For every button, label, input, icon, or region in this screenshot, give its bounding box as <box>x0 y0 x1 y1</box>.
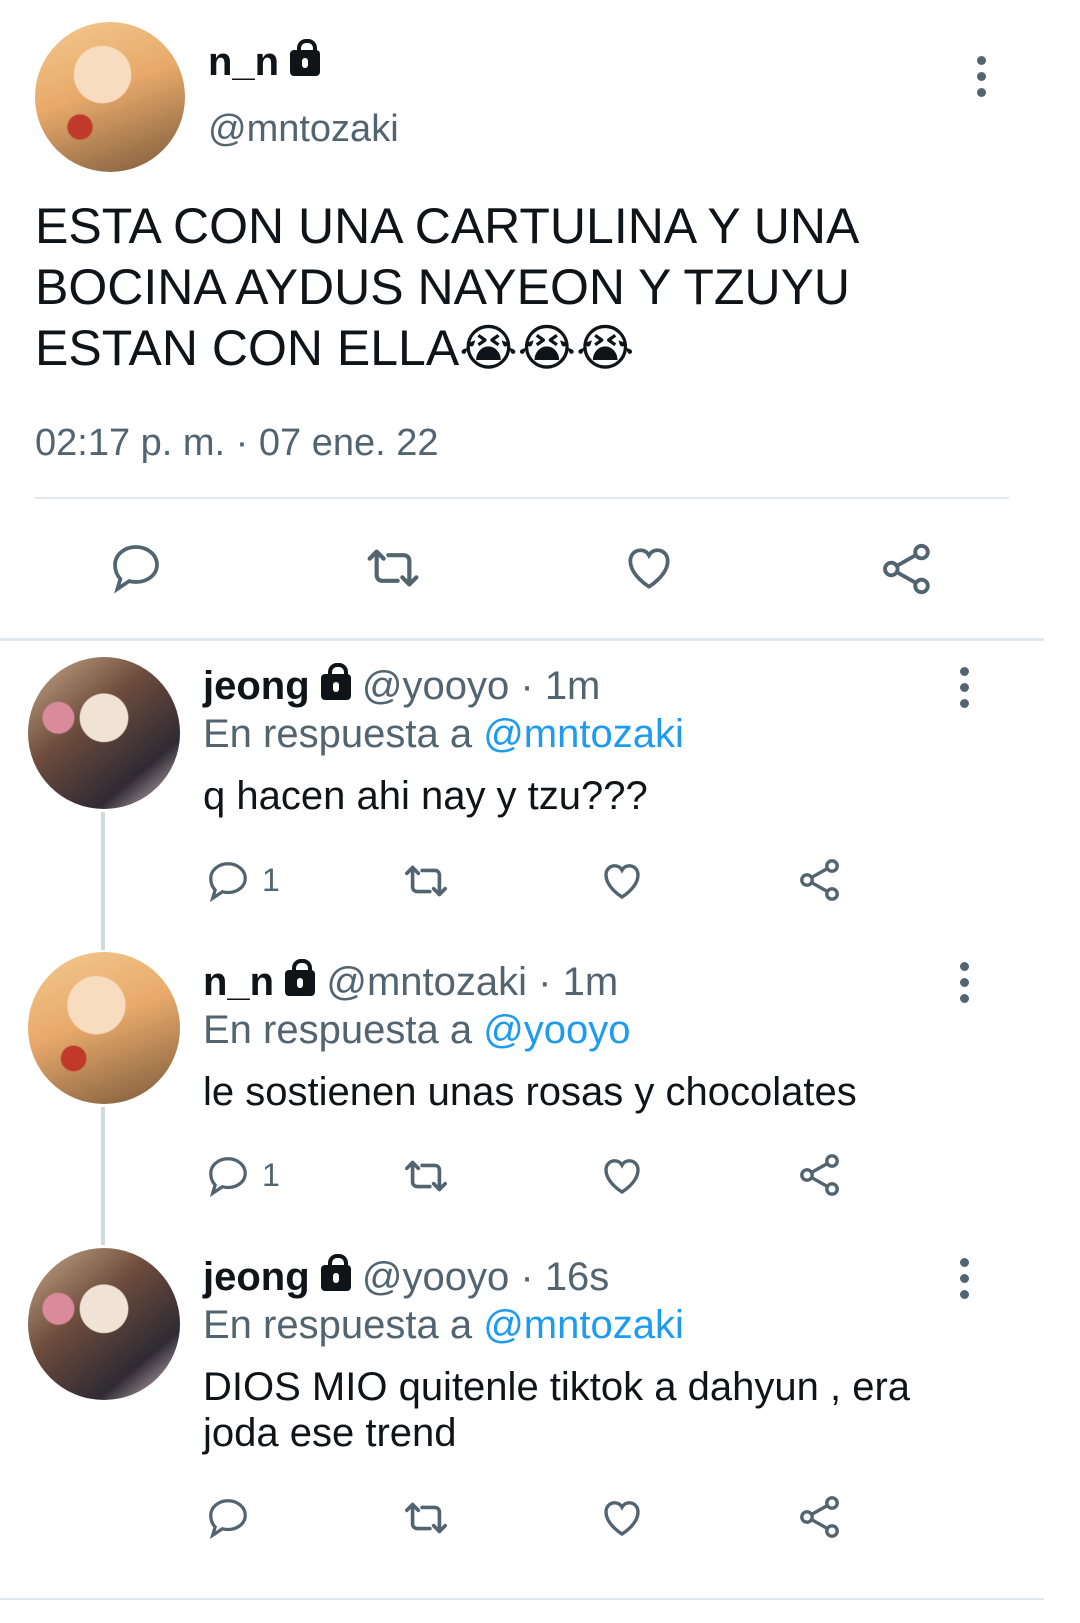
share-icon[interactable] <box>796 856 844 904</box>
reply-header[interactable]: n_n @mntozaki · 1m <box>203 959 619 1005</box>
retweet-icon[interactable] <box>398 1495 454 1541</box>
retweet-icon[interactable] <box>360 540 426 596</box>
like-icon[interactable] <box>598 1152 646 1200</box>
more-options-icon[interactable] <box>960 1258 969 1306</box>
reply-context: En respuesta a @mntozaki <box>203 1303 684 1348</box>
avatar[interactable] <box>28 657 180 809</box>
author-handle-time: @yooyo · 16s <box>361 1255 610 1299</box>
tweet-timestamp[interactable]: 02:17 p. m. · 07 ene. 22 <box>35 422 439 465</box>
avatar[interactable] <box>28 1248 180 1400</box>
share-icon[interactable] <box>796 1151 844 1199</box>
share-icon[interactable] <box>878 540 936 598</box>
thread-line <box>101 812 105 950</box>
reply-to-link[interactable]: @mntozaki <box>483 712 684 756</box>
lock-icon <box>290 39 321 76</box>
reply-count: 1 <box>262 862 280 898</box>
like-icon[interactable] <box>598 857 646 905</box>
divider <box>35 497 1009 499</box>
lock-icon <box>320 663 351 700</box>
reply-icon[interactable] <box>204 1495 252 1541</box>
author-handle-time: @mntozaki · 1m <box>326 960 619 1004</box>
reply-icon[interactable] <box>108 540 164 596</box>
author-name: jeong <box>203 1255 310 1299</box>
reply-header[interactable]: jeong @yooyo · 16s <box>203 1254 610 1300</box>
reply-count: 1 <box>262 1157 280 1193</box>
like-icon[interactable] <box>598 1494 646 1542</box>
reply-prefix: En respuesta a <box>203 1008 473 1052</box>
retweet-icon[interactable] <box>398 1153 454 1199</box>
author-name: n_n <box>208 40 280 84</box>
reply-text: DIOS MIO quitenle tiktok a dahyun , era … <box>203 1365 911 1455</box>
share-icon[interactable] <box>796 1493 844 1541</box>
author-name: n_n <box>203 960 275 1004</box>
like-icon[interactable] <box>620 540 678 596</box>
bottom-divider <box>0 1598 1044 1600</box>
reply-context: En respuesta a @yooyo <box>203 1008 631 1053</box>
reply-to-link[interactable]: @mntozaki <box>483 1303 684 1347</box>
reply-text: le sostienen unas rosas y chocolates <box>203 1070 857 1114</box>
tweet-text: ESTA CON UNA CARTULINA Y UNA BOCINA AYDU… <box>35 198 857 376</box>
reply-icon[interactable] <box>204 858 252 904</box>
reply-header[interactable]: jeong @yooyo · 1m <box>203 663 601 709</box>
author-name: jeong <box>203 664 310 708</box>
lock-icon <box>320 1254 351 1291</box>
lock-icon <box>285 959 316 996</box>
more-options-icon[interactable] <box>960 962 969 1010</box>
main-author-row[interactable]: n_n <box>208 39 321 85</box>
section-divider <box>0 638 1044 641</box>
reply-to-link[interactable]: @yooyo <box>483 1008 630 1052</box>
reply-prefix: En respuesta a <box>203 1303 473 1347</box>
author-handle-time: @yooyo · 1m <box>361 664 601 708</box>
more-options-icon[interactable] <box>960 667 969 715</box>
reply-icon[interactable] <box>204 1153 252 1199</box>
avatar[interactable] <box>28 952 180 1104</box>
thread-line <box>101 1107 105 1245</box>
reply-prefix: En respuesta a <box>203 712 473 756</box>
reply-text: q hacen ahi nay y tzu??? <box>203 774 648 818</box>
reply-context: En respuesta a @mntozaki <box>203 712 684 757</box>
avatar[interactable] <box>35 22 185 172</box>
retweet-icon[interactable] <box>398 858 454 904</box>
more-options-icon[interactable] <box>977 56 986 104</box>
author-handle[interactable]: @mntozaki <box>208 108 399 151</box>
